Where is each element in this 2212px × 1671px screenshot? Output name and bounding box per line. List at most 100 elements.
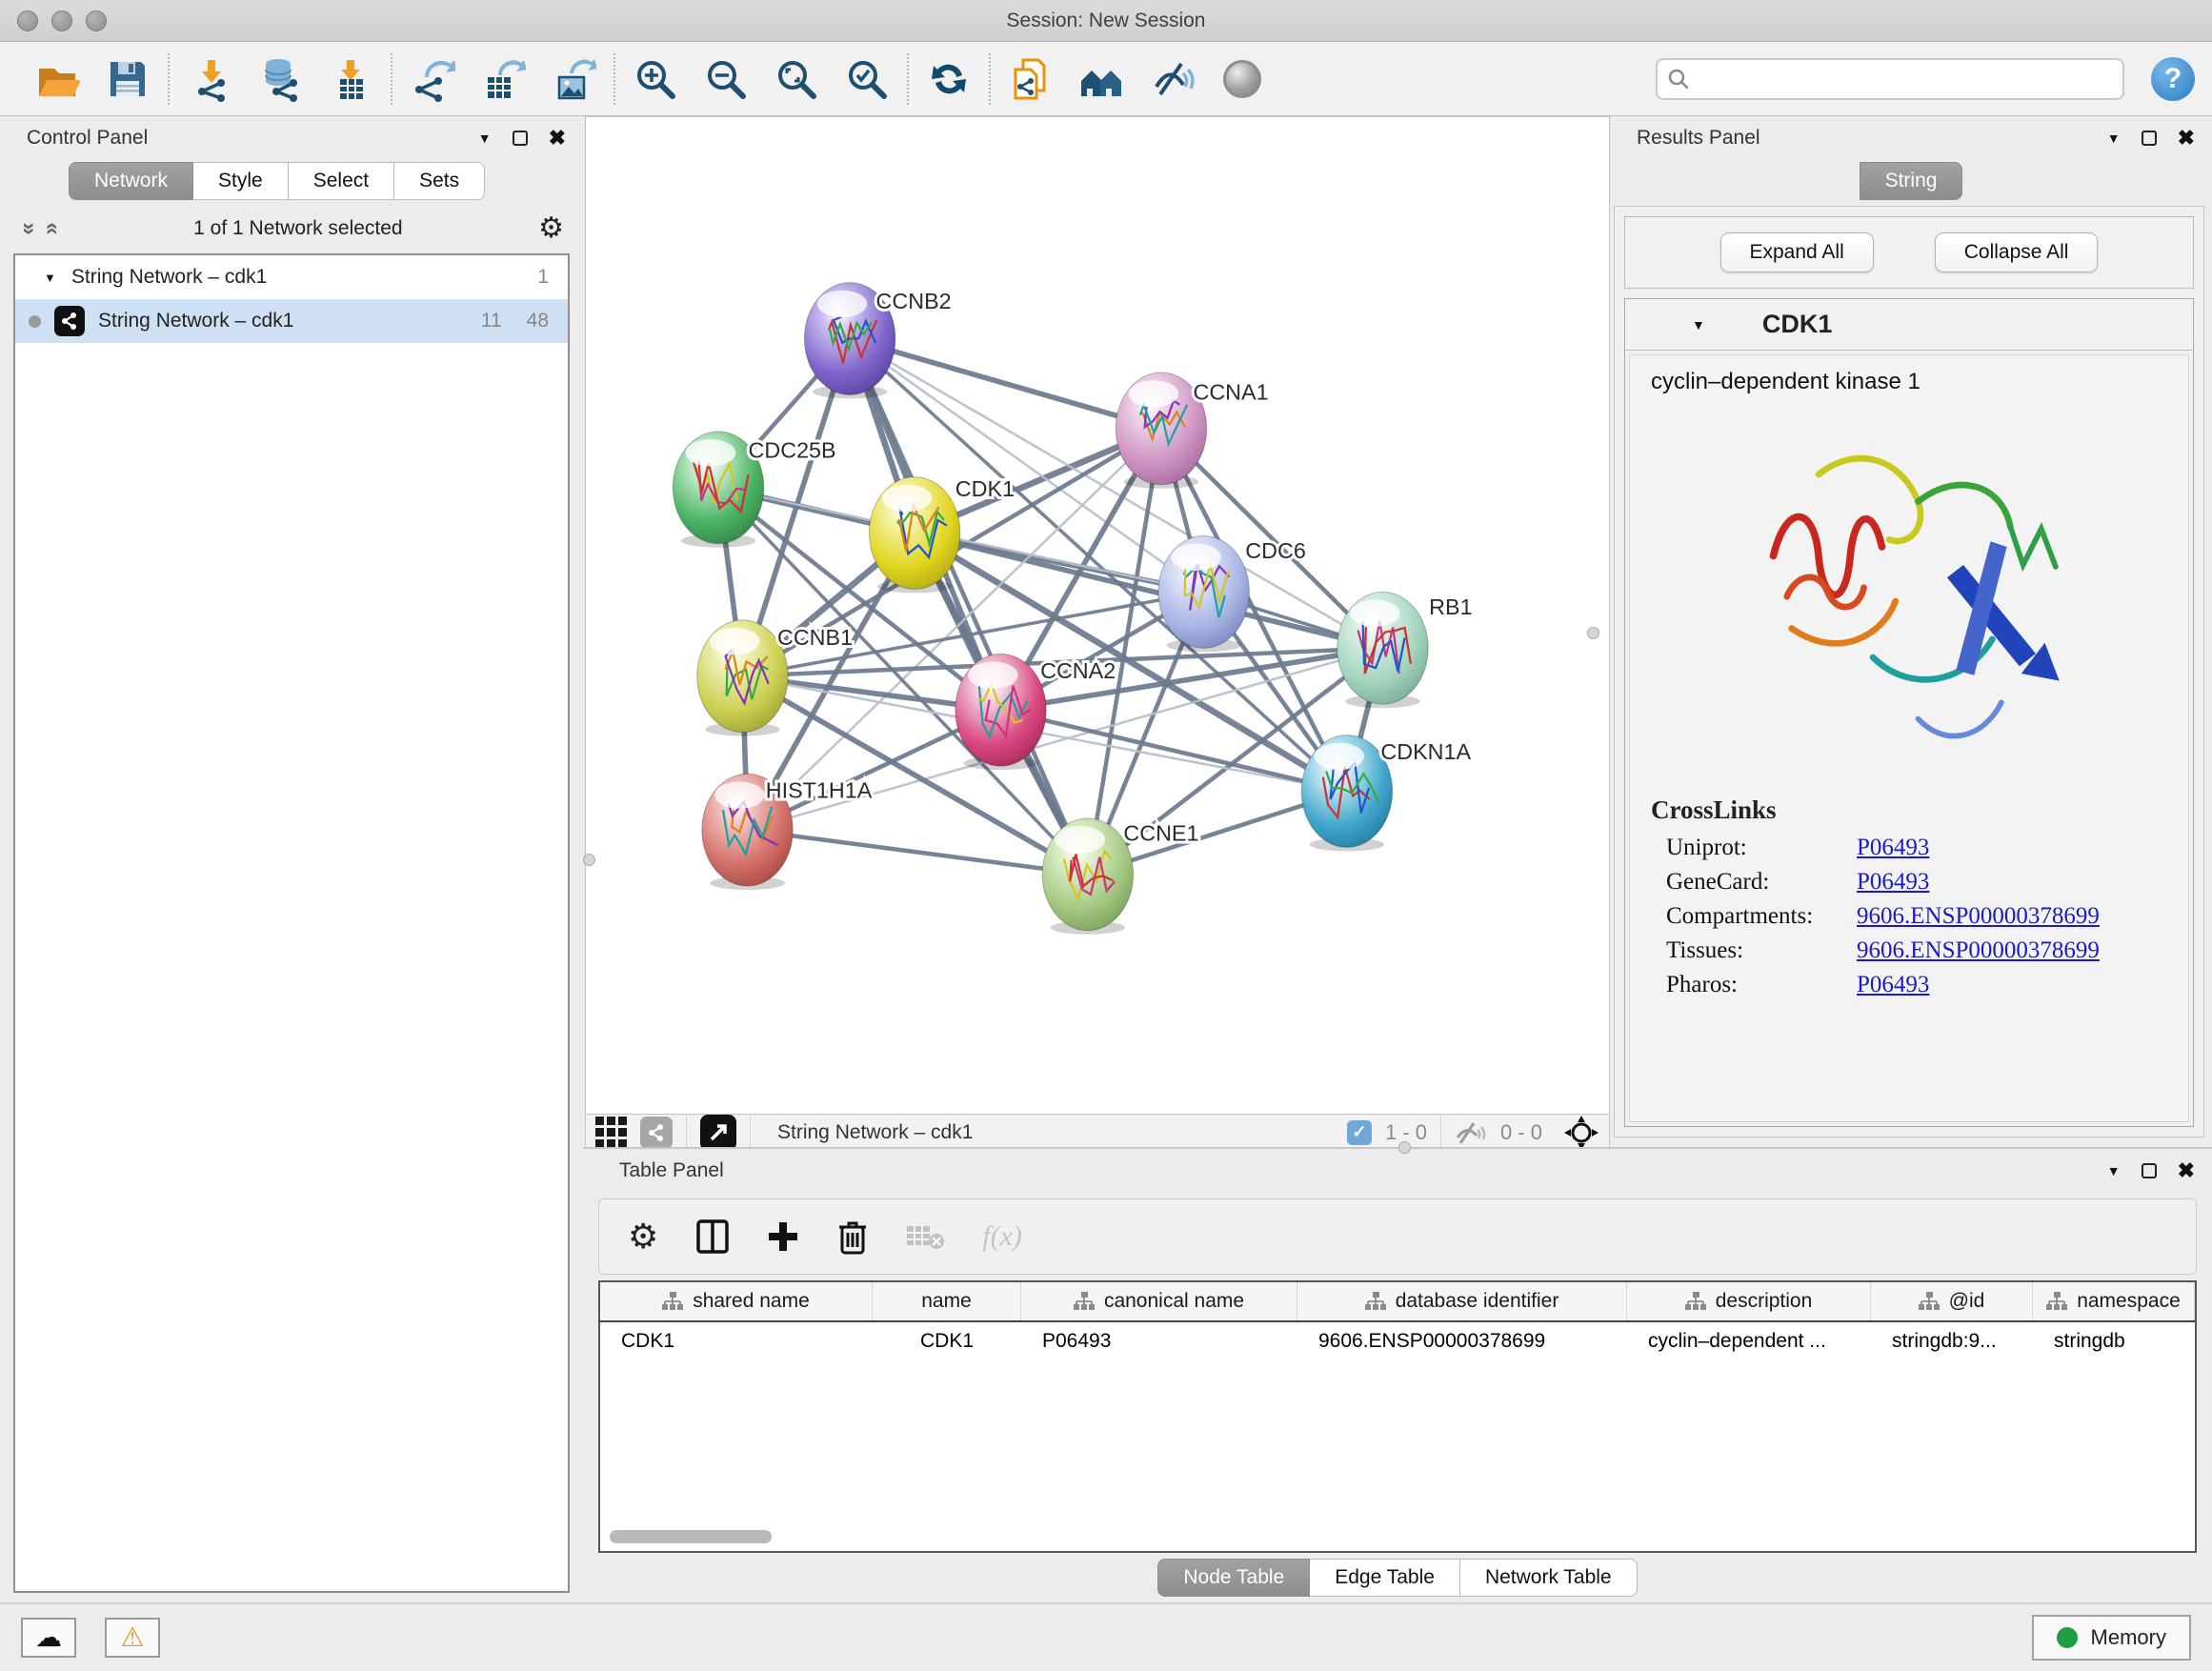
export-network-button[interactable] (410, 56, 455, 102)
title-bar: Session: New Session (0, 0, 2212, 42)
column-header-label: @id (1949, 1290, 1985, 1313)
column-header-@id[interactable]: @id (1871, 1282, 2033, 1320)
table-panel-close-button[interactable]: ✖ (2178, 1158, 2195, 1183)
tab-style[interactable]: Style (193, 162, 289, 200)
zoom-fit-button[interactable] (774, 56, 819, 102)
network-graph[interactable]: CCNB2CCNA1CDC25BCDK1CDC6RB1CCNB1CCNA2CDK… (586, 117, 1609, 1114)
hidden-eye-icon[interactable] (1455, 1120, 1487, 1145)
control-panel-close-button[interactable]: ✖ (549, 126, 566, 151)
export-image-button[interactable] (551, 56, 596, 102)
column-header-database-identifier[interactable]: database identifier (1297, 1282, 1627, 1320)
column-header-canonical-name[interactable]: canonical name (1021, 1282, 1297, 1320)
import-network-button[interactable] (187, 56, 232, 102)
table-row[interactable]: CDK1CDK1P064939606.ENSP00000378699cyclin… (600, 1322, 2195, 1360)
tab-select[interactable]: Select (289, 162, 394, 200)
save-session-button[interactable] (105, 56, 151, 102)
table-cell[interactable]: 9606.ENSP00000378699 (1297, 1322, 1627, 1360)
column-header-namespace[interactable]: namespace (2033, 1282, 2195, 1320)
table-horizontal-scrollbar[interactable] (610, 1530, 772, 1543)
crosshair-icon[interactable] (1563, 1115, 1599, 1151)
network-edge[interactable] (850, 338, 1161, 428)
collapse-all-button[interactable]: Collapse All (1935, 232, 2099, 272)
eye-button[interactable] (1219, 56, 1265, 102)
network-row-selected[interactable]: String Network – cdk1 11 48 (15, 299, 568, 343)
results-panel-close-button[interactable]: ✖ (2178, 126, 2195, 151)
zoom-out-button[interactable] (703, 56, 749, 102)
create-column-icon[interactable] (767, 1220, 799, 1253)
crosslink-link[interactable]: 9606.ENSP00000378699 (1857, 903, 2100, 930)
collection-expander-icon[interactable]: ▼ (44, 271, 56, 285)
detach-view-button[interactable] (700, 1115, 736, 1151)
search-box[interactable] (1656, 58, 2124, 100)
crosslink-link[interactable]: P06493 (1857, 835, 1929, 861)
results-panel-float-button[interactable] (2142, 131, 2157, 146)
export-image-icon (551, 56, 596, 102)
tab-network-table[interactable]: Network Table (1460, 1559, 1638, 1597)
open-session-button[interactable] (34, 56, 80, 102)
network-view-canvas[interactable]: CCNB2CCNA1CDC25BCDK1CDC6RB1CCNB1CCNA2CDK… (585, 116, 1610, 1115)
crosslink-link[interactable]: P06493 (1857, 869, 1929, 896)
crosslink-row: GeneCard:P06493 (1666, 869, 2167, 896)
delete-table-icon[interactable] (906, 1222, 944, 1251)
table-cell[interactable]: stringdb:9... (1871, 1322, 2033, 1360)
clone-network-button[interactable] (1008, 56, 1054, 102)
crosslink-link[interactable]: 9606.ENSP00000378699 (1857, 937, 2100, 964)
right-splitter-handle[interactable] (1587, 627, 1599, 639)
home-button[interactable] (1078, 56, 1124, 102)
expand-all-networks-icon[interactable]: » (38, 222, 65, 234)
hide-panel-button[interactable] (1149, 56, 1195, 102)
column-header-description[interactable]: description (1627, 1282, 1871, 1320)
birds-eye-view-icon[interactable] (595, 1117, 627, 1148)
tab-string[interactable]: String (1860, 162, 1963, 200)
table-cell[interactable]: stringdb (2033, 1322, 2195, 1360)
refresh-button[interactable] (926, 56, 972, 102)
search-input[interactable] (1698, 67, 2113, 91)
column-header-shared-name[interactable]: shared name (600, 1282, 873, 1320)
network-edge[interactable] (850, 338, 1088, 874)
zoom-selected-button[interactable] (844, 56, 890, 102)
show-columns-icon[interactable] (696, 1219, 729, 1254)
network-edge[interactable] (748, 830, 1088, 875)
left-splitter-handle[interactable] (583, 854, 595, 866)
table-panel-menu-button[interactable]: ▼ (2107, 1163, 2121, 1178)
node-label-CCNA2: CCNA2 (1040, 658, 1116, 683)
table-panel-float-button[interactable] (2142, 1163, 2157, 1178)
tab-network[interactable]: Network (69, 162, 193, 200)
network-share-icon[interactable] (640, 1117, 673, 1149)
control-panel-float-button[interactable] (513, 131, 528, 146)
zoom-in-button[interactable] (633, 56, 678, 102)
close-window-button[interactable] (17, 10, 38, 31)
crosslink-row: Uniprot:P06493 (1666, 835, 2167, 861)
control-panel-menu-button[interactable]: ▼ (478, 131, 492, 146)
section-expander-icon[interactable]: ▼ (1692, 317, 1705, 332)
selected-count-checkbox[interactable]: ✓ (1347, 1120, 1372, 1145)
import-table-button[interactable] (328, 56, 373, 102)
table-cell[interactable]: cyclin–dependent ... (1627, 1322, 1871, 1360)
table-options-gear-icon[interactable]: ⚙ (628, 1219, 658, 1254)
delete-column-icon[interactable] (837, 1218, 868, 1255)
tab-node-table[interactable]: Node Table (1157, 1559, 1310, 1597)
import-database-button[interactable] (257, 56, 303, 102)
node-table[interactable]: shared namenamecanonical namedatabase id… (598, 1280, 2197, 1553)
network-collection-row[interactable]: ▼ String Network – cdk1 1 (15, 255, 568, 299)
tab-edge-table[interactable]: Edge Table (1310, 1559, 1460, 1597)
help-button[interactable]: ? (2151, 57, 2195, 101)
table-cell[interactable]: P06493 (1021, 1322, 1297, 1360)
export-table-button[interactable] (480, 56, 526, 102)
table-cell[interactable]: CDK1 (873, 1322, 1021, 1360)
memory-button[interactable]: Memory (2032, 1615, 2191, 1661)
maximize-window-button[interactable] (86, 10, 107, 31)
table-splitter-handle[interactable] (1398, 1141, 1411, 1154)
network-options-gear-icon[interactable]: ⚙ (538, 214, 564, 243)
column-header-name[interactable]: name (873, 1282, 1021, 1320)
minimize-window-button[interactable] (51, 10, 72, 31)
expand-all-button[interactable]: Expand All (1720, 232, 1874, 272)
crosslink-link[interactable]: P06493 (1857, 972, 1929, 998)
results-panel-menu-button[interactable]: ▼ (2107, 131, 2121, 146)
tab-sets[interactable]: Sets (394, 162, 485, 200)
table-cell[interactable]: CDK1 (600, 1322, 873, 1360)
function-builder-icon[interactable]: f(x) (982, 1220, 1022, 1253)
mapped-column-icon (1685, 1292, 1706, 1311)
cloud-button[interactable]: ☁ (21, 1618, 76, 1658)
warnings-button[interactable]: ⚠ (105, 1618, 160, 1658)
